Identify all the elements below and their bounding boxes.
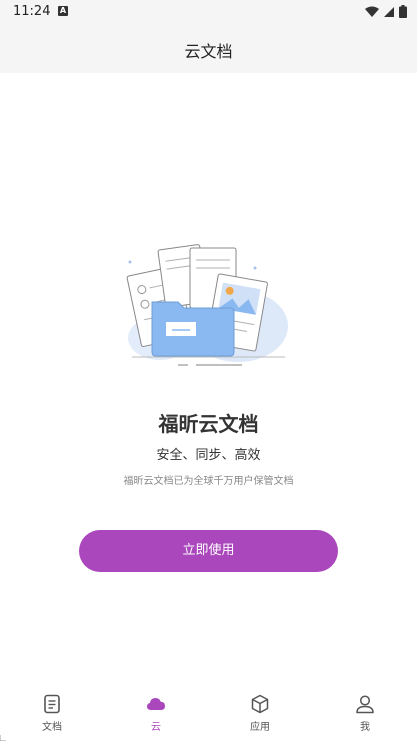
person-icon xyxy=(356,695,374,714)
page-title: 云文档 xyxy=(184,42,233,61)
status-bar: 11:24 A xyxy=(0,0,417,24)
corner-handle xyxy=(0,735,6,741)
nav-item-apps[interactable]: 应用 xyxy=(220,684,300,741)
status-icons xyxy=(365,5,407,18)
nav-item-documents[interactable]: 文档 xyxy=(12,684,92,741)
nav-item-me[interactable]: 我 xyxy=(325,684,405,741)
app-header: 云文档 xyxy=(0,24,417,73)
cloud-docs-illustration xyxy=(126,244,288,366)
nav-label-me: 我 xyxy=(360,722,370,733)
battery-icon xyxy=(399,5,407,18)
brand-title: 福昕云文档 xyxy=(158,412,259,436)
start-using-button[interactable]: 立即使用 xyxy=(79,530,338,572)
notification-a-icon: A xyxy=(58,6,68,16)
brand-subtitle: 安全、同步、高效 xyxy=(156,448,261,463)
nav-label-documents: 文档 xyxy=(42,722,62,733)
bottom-nav: 文档 云 应用 我 xyxy=(0,684,417,741)
nav-label-cloud: 云 xyxy=(151,722,161,733)
status-time: 11:24 xyxy=(13,4,51,19)
nav-item-cloud[interactable]: 云 xyxy=(116,684,196,741)
signal-icon xyxy=(384,6,394,17)
cloud-icon xyxy=(147,698,165,710)
brand-description: 福昕云文档已为全球千万用户保管文档 xyxy=(123,476,294,487)
wifi-icon xyxy=(365,6,379,17)
nav-label-apps: 应用 xyxy=(250,722,270,733)
cube-icon xyxy=(251,694,269,714)
document-icon xyxy=(44,694,60,714)
